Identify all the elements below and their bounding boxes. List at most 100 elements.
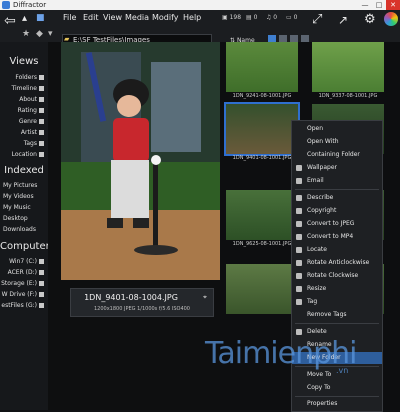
views-heading: Views: [9, 56, 39, 67]
sidebar-item-about[interactable]: About: [0, 96, 44, 103]
menu-item-label: Wallpaper: [307, 164, 338, 171]
sidebar-item-label: Desktop: [3, 215, 28, 222]
filter-icon[interactable]: ▾: [48, 29, 53, 39]
sidebar-item-my-pictures[interactable]: My Pictures: [0, 182, 47, 189]
thumbnail-image: [312, 42, 384, 92]
thumbnail-item[interactable]: 1DN_9337-08-1001.JPG: [306, 42, 384, 104]
settings-gear-icon[interactable]: ⚙: [364, 12, 376, 27]
sidebar-item-tags[interactable]: Tags: [0, 140, 44, 147]
thumbnail-item[interactable]: [220, 264, 298, 326]
menu-item-resize[interactable]: Resize: [292, 283, 382, 295]
menu-edit[interactable]: Edit: [83, 13, 99, 22]
menu-item-rotate-clockwise[interactable]: Rotate Clockwise: [292, 270, 382, 282]
sidebar-item-drive-c[interactable]: Win7 (C:): [0, 258, 44, 265]
sidebar-item-rating[interactable]: Rating: [0, 107, 44, 114]
menu-item-remove-tags[interactable]: Remove Tags: [292, 309, 382, 321]
menu-item-properties[interactable]: Properties: [292, 398, 382, 410]
thumbnail-item[interactable]: 1DN_9625-08-1001.JPG: [220, 190, 298, 252]
fullscreen-icon[interactable]: ⤢: [312, 12, 322, 27]
tag-icon[interactable]: ◆: [36, 29, 43, 39]
sidebar-item-location[interactable]: Location: [0, 151, 44, 158]
star-icon[interactable]: ★: [22, 29, 30, 39]
drive-icon: [39, 303, 44, 308]
menu-item-label: Convert to MP4: [307, 233, 354, 240]
color-wheel-icon[interactable]: [384, 12, 398, 26]
menu-modify[interactable]: Modify: [152, 13, 179, 22]
sidebar-item-drive-f[interactable]: W Drive (F:): [0, 291, 44, 298]
menu-divider: [295, 323, 379, 324]
sidebar-item-desktop[interactable]: Desktop: [0, 215, 47, 222]
maximize-button[interactable]: □: [372, 0, 386, 10]
video-count: ▤ 0: [246, 14, 258, 21]
doc-count: ▭ 0: [286, 14, 298, 21]
sidebar: Views Folders Timeline About Rating Genr…: [0, 42, 50, 410]
menu-item-label: Open With: [307, 138, 339, 145]
indexed-heading: Indexed: [4, 165, 44, 176]
image-count-value: 198: [229, 14, 242, 21]
sidebar-item-my-music[interactable]: My Music: [0, 204, 47, 211]
genre-icon: [39, 119, 44, 124]
thumbnail-item[interactable]: 1DN_9401-08-1001.JPG: [220, 102, 300, 166]
music-count: ♫ 0: [266, 14, 278, 21]
locate-icon: [296, 247, 302, 253]
pin-icon[interactable]: ⌖: [203, 293, 207, 302]
thumbnail-label: 1DN_9625-08-1001.JPG: [232, 241, 292, 247]
thumbnail-item[interactable]: 1DN_9241-08-1001.JPG: [220, 42, 298, 104]
menu-help[interactable]: Help: [183, 13, 201, 22]
photo-caption: 1DN_9401-08-1004.JPG 1200x1800 JPEG 1/10…: [70, 288, 214, 317]
menu-view[interactable]: View: [103, 13, 122, 22]
sidebar-item-drive-d[interactable]: ACER (D:): [0, 269, 44, 276]
tag-icon: [296, 299, 302, 305]
main-photo[interactable]: [61, 42, 220, 280]
sidebar-item-label: Folders: [15, 74, 37, 81]
menu-divider: [295, 189, 379, 190]
artist-icon: [39, 130, 44, 135]
menu-item-open[interactable]: Open: [292, 123, 382, 135]
timeline-icon: [39, 86, 44, 91]
menu-item-locate[interactable]: Locate: [292, 244, 382, 256]
sidebar-item-genre[interactable]: Genre: [0, 118, 44, 125]
menu-item-label: Tag: [307, 298, 318, 305]
close-button[interactable]: ✕: [386, 0, 400, 10]
sidebar-item-label: About: [19, 96, 37, 103]
menu-item-label: Containing Folder: [307, 151, 360, 158]
sidebar-item-artist[interactable]: Artist: [0, 129, 44, 136]
menu-item-label: Describe: [307, 194, 334, 201]
watermark-logo: Taimienphi: [205, 336, 357, 371]
minimize-button[interactable]: —: [358, 0, 372, 10]
menu-item-convert-jpeg[interactable]: Convert to JPEG: [292, 218, 382, 230]
menu-item-copy-to[interactable]: Copy To: [292, 382, 382, 394]
menu-item-rotate-anticlockwise[interactable]: Rotate Anticlockwise: [292, 257, 382, 269]
sidebar-item-drive-g[interactable]: estFiles (G:): [0, 302, 44, 309]
menu-item-label: Email: [307, 177, 324, 184]
title-bar: Diffractor — □ ✕: [0, 0, 400, 10]
rotate-right-icon: [296, 273, 302, 279]
about-icon: [39, 97, 44, 102]
sidebar-item-downloads[interactable]: Downloads: [0, 226, 47, 233]
menu-item-describe[interactable]: Describe: [292, 192, 382, 204]
menu-media[interactable]: Media: [125, 13, 149, 22]
menu-item-label: Resize: [307, 285, 327, 292]
sidebar-item-label: W Drive (F:): [1, 291, 37, 298]
sidebar-item-my-videos[interactable]: My Videos: [0, 193, 47, 200]
nav-up-icon[interactable]: ▴: [22, 13, 27, 24]
back-arrow-icon[interactable]: ⇦: [4, 13, 16, 29]
sidebar-item-drive-e[interactable]: Storage (E:): [0, 280, 44, 287]
menu-item-containing-folder[interactable]: Containing Folder: [292, 149, 382, 161]
menu-item-wallpaper[interactable]: Wallpaper: [292, 162, 382, 174]
menu-item-open-with[interactable]: Open With: [292, 136, 382, 148]
photo-metadata: 1200x1800 JPEG 1/1000s f/5.6 ISO400: [93, 306, 190, 312]
sidebar-item-timeline[interactable]: Timeline: [0, 85, 44, 92]
share-icon[interactable]: ↗: [338, 13, 348, 27]
view-toggle-icon[interactable]: ■: [36, 13, 45, 23]
sidebar-item-label: Artist: [20, 129, 37, 136]
menu-item-copyright[interactable]: Copyright: [292, 205, 382, 217]
menu-item-convert-mp4[interactable]: Convert to MP4: [292, 231, 382, 243]
menu-item-label: Convert to JPEG: [307, 220, 355, 227]
sidebar-item-folders[interactable]: Folders: [0, 74, 44, 81]
thumbnail-label: 1DN_9337-08-1001.JPG: [318, 93, 378, 99]
menu-item-label: Copyright: [307, 207, 337, 214]
menu-item-tag[interactable]: Tag: [292, 296, 382, 308]
menu-file[interactable]: File: [63, 13, 76, 22]
menu-item-email[interactable]: Email: [292, 175, 382, 187]
